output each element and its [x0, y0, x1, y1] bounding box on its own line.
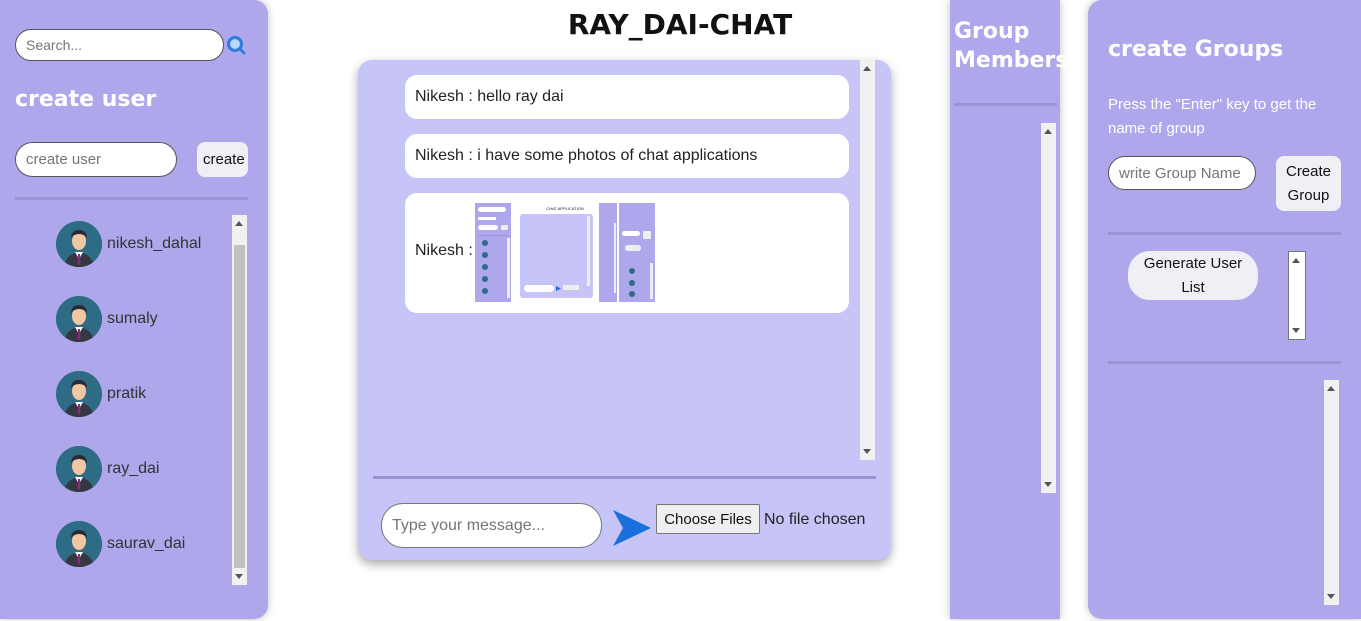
groups-scrollbar[interactable] — [1324, 380, 1339, 605]
group-members-heading-line1: Group — [954, 19, 1030, 44]
user-listbox[interactable] — [1288, 251, 1306, 340]
scroll-down-arrow-icon[interactable] — [1292, 328, 1300, 333]
message-bubble: Nikesh : CHAT APPLICATION — [405, 193, 849, 313]
user-item-nikesh-dahal[interactable]: nikesh_dahal — [56, 221, 236, 269]
message-bubble: Nikesh : i have some photos of chat appl… — [405, 134, 849, 178]
message-text: Nikesh : hello ray dai — [415, 88, 564, 105]
user-list-scrollbar[interactable] — [232, 215, 247, 585]
generate-user-list-button[interactable]: Generate User List — [1128, 251, 1258, 300]
scroll-down-arrow-icon[interactable] — [1044, 482, 1052, 487]
user-name: sumaly — [107, 310, 158, 327]
avatar — [56, 221, 102, 267]
user-name: pratik — [107, 385, 147, 402]
avatar — [56, 371, 102, 417]
scroll-down-arrow-icon[interactable] — [863, 449, 871, 454]
send-icon[interactable] — [611, 506, 653, 548]
scroll-up-arrow-icon[interactable] — [863, 66, 871, 71]
group-members-heading-line2: Members — [954, 48, 1069, 73]
avatar — [56, 446, 102, 492]
message-input[interactable] — [381, 503, 602, 548]
scroll-down-arrow-icon[interactable] — [1327, 594, 1335, 599]
create-user-heading: create user — [15, 87, 157, 112]
chat-window: Nikesh : hello ray dai Nikesh : i have s… — [358, 60, 891, 560]
avatar — [56, 296, 102, 342]
create-user-button[interactable]: create — [197, 142, 248, 177]
attachment-image[interactable]: CHAT APPLICATION — [475, 203, 655, 302]
divider — [954, 103, 1057, 106]
divider — [1108, 361, 1341, 364]
create-user-input[interactable] — [15, 142, 177, 177]
scroll-down-arrow-icon[interactable] — [235, 574, 243, 579]
create-group-label-line1: Create — [1285, 162, 1332, 180]
create-group-button[interactable]: Create Group — [1276, 156, 1341, 211]
user-item-pratik[interactable]: pratik — [56, 371, 236, 419]
user-item-saurav-dai[interactable]: saurav_dai — [56, 521, 236, 569]
divider — [1108, 232, 1341, 235]
no-file-chosen-text: No file chosen — [764, 511, 866, 528]
message-text: Nikesh : — [415, 242, 473, 259]
members-scrollbar[interactable] — [1041, 123, 1056, 493]
create-groups-heading: create Groups — [1108, 37, 1284, 62]
avatar — [56, 521, 102, 567]
scroll-up-arrow-icon[interactable] — [1327, 386, 1335, 391]
scroll-thumb[interactable] — [234, 245, 245, 568]
listbox-scrollbar[interactable] — [1289, 252, 1305, 339]
group-name-input[interactable] — [1108, 156, 1256, 190]
thumbnail-title: CHAT APPLICATION — [546, 206, 584, 211]
user-name: ray_dai — [107, 460, 160, 477]
user-item-ray-dai[interactable]: ray_dai — [56, 446, 236, 494]
scroll-up-arrow-icon[interactable] — [1044, 129, 1052, 134]
scroll-up-arrow-icon[interactable] — [1292, 258, 1300, 263]
group-name-hint: Press the "Enter" key to get the name of… — [1108, 96, 1317, 137]
user-name: saurav_dai — [107, 535, 186, 552]
scroll-up-arrow-icon[interactable] — [235, 221, 243, 226]
create-groups-panel: create Groups Press the "Enter" key to g… — [1088, 0, 1361, 619]
message-bubble: Nikesh : hello ray dai — [405, 75, 849, 119]
chat-divider — [373, 476, 876, 479]
search-input[interactable] — [15, 29, 224, 61]
search-icon[interactable] — [226, 35, 246, 55]
left-sidebar: create user create nikesh_dahal sumaly p… — [0, 0, 268, 619]
create-group-label-line2: Group — [1287, 186, 1330, 204]
group-members-panel: Group Members — [950, 0, 1068, 619]
user-list: nikesh_dahal sumaly pratik ray_dai saura… — [15, 215, 248, 585]
generate-label-line2: List — [1181, 278, 1205, 296]
choose-files-button[interactable]: Choose Files — [656, 504, 760, 534]
app-title: RAY_DAI-CHAT — [567, 8, 793, 41]
divider — [15, 197, 248, 200]
message-text: Nikesh : i have some photos of chat appl… — [415, 147, 758, 164]
generate-label-line1: Generate User — [1143, 254, 1243, 272]
user-name: nikesh_dahal — [107, 235, 202, 252]
user-item-sumaly[interactable]: sumaly — [56, 296, 236, 344]
group-members-heading: Group Members — [954, 17, 1068, 75]
chat-scrollbar[interactable] — [860, 60, 875, 460]
